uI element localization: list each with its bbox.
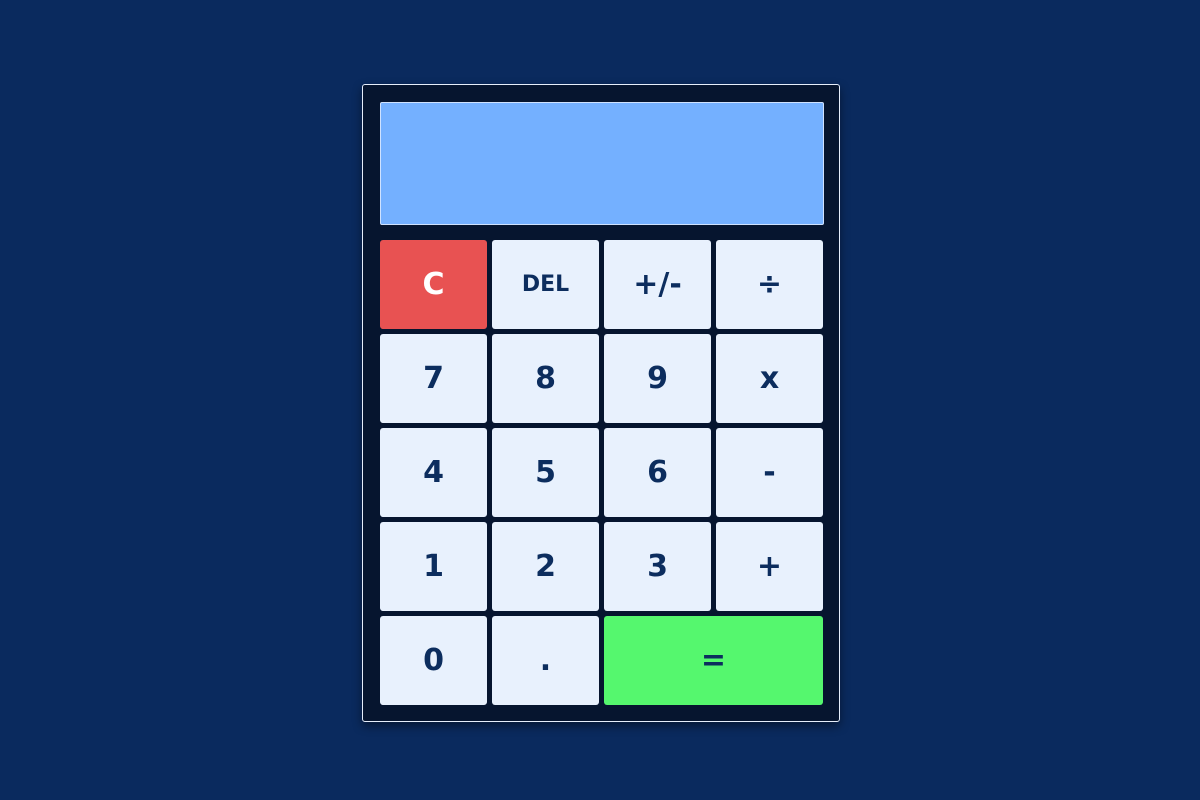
divide-button[interactable]: ÷ [716,240,823,329]
calculator: C DEL +/- ÷ 7 8 9 x 4 5 6 - 1 2 3 + 0 . … [362,84,840,722]
negate-button[interactable]: +/- [604,240,711,329]
digit-4-button[interactable]: 4 [380,428,487,517]
digit-0-button[interactable]: 0 [380,616,487,705]
multiply-button[interactable]: x [716,334,823,423]
add-button[interactable]: + [716,522,823,611]
digit-6-button[interactable]: 6 [604,428,711,517]
calculator-display [380,102,824,225]
digit-8-button[interactable]: 8 [492,334,599,423]
delete-button[interactable]: DEL [492,240,599,329]
digit-7-button[interactable]: 7 [380,334,487,423]
digit-1-button[interactable]: 1 [380,522,487,611]
keypad: C DEL +/- ÷ 7 8 9 x 4 5 6 - 1 2 3 + 0 . … [380,240,824,706]
digit-2-button[interactable]: 2 [492,522,599,611]
digit-3-button[interactable]: 3 [604,522,711,611]
decimal-button[interactable]: . [492,616,599,705]
subtract-button[interactable]: - [716,428,823,517]
digit-5-button[interactable]: 5 [492,428,599,517]
clear-button[interactable]: C [380,240,487,329]
equals-button[interactable]: = [604,616,823,705]
digit-9-button[interactable]: 9 [604,334,711,423]
